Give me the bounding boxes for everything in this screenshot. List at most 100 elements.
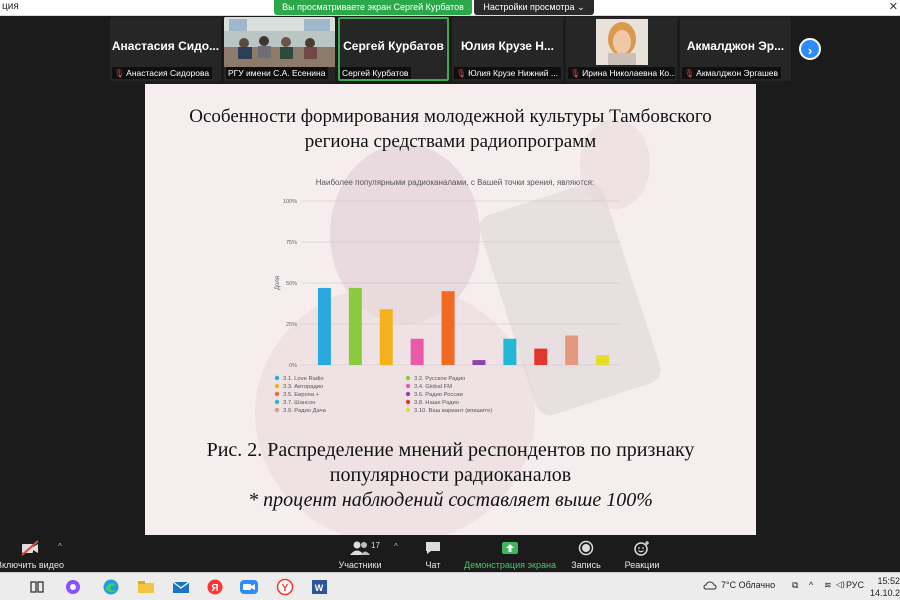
participant-name-large: Сергей Курбатов xyxy=(343,39,444,53)
participant-label: Сергей Курбатов xyxy=(340,67,412,79)
legend-swatch xyxy=(274,383,280,389)
participant-label: 🎙 Анастасия Сидорова xyxy=(112,67,213,79)
legend-swatch xyxy=(274,391,280,397)
weather-text[interactable]: 7°C Облачно xyxy=(721,580,775,590)
svg-text:Y: Y xyxy=(282,583,289,594)
windows-taskbar: Я Y W 7°C Облачно ⧉ ^ ≋ ◁) РУС 15:52 14.… xyxy=(0,572,900,600)
legend-swatch xyxy=(405,383,411,389)
participant-tile[interactable]: 🎙 Ирина Николаевна Ко... xyxy=(566,17,677,81)
word-icon[interactable]: W xyxy=(308,577,330,597)
clock[interactable]: 15:52 14.10.20 xyxy=(870,575,900,599)
legend-label: 3.7. Шансон xyxy=(283,400,315,406)
chat-button[interactable]: Чат xyxy=(418,540,448,570)
record-label: Запись xyxy=(571,560,601,570)
chart-bar xyxy=(441,291,455,365)
caption-line2: популярности радиоканалов xyxy=(329,464,572,486)
slide-title-line2: региона средствами радиопрограмм xyxy=(304,131,597,152)
participant-label-text: Ирина Николаевна Ко... xyxy=(582,68,675,78)
legend-swatch xyxy=(405,391,411,397)
participant-label-text: Сергей Курбатов xyxy=(342,68,409,78)
participant-label-text: Акмалджон Эргашев xyxy=(696,68,779,78)
mic-muted-icon: 🎙 xyxy=(114,69,125,78)
zoom-window: ция ✕ Вы просматриваете экран Сергей Кур… xyxy=(0,0,900,600)
caption-note: * процент наблюдений составляет выше 100… xyxy=(248,489,653,511)
window-title: ция xyxy=(2,1,19,12)
participant-tile[interactable]: Анастасия Сидо... 🎙 Анастасия Сидорова xyxy=(110,17,221,81)
participant-label-text: Юлия Крузе Нижний ... xyxy=(468,68,558,78)
mic-muted-icon: 🎙 xyxy=(570,69,581,78)
chart-title: Наиболее популярными радиоканалами, с Ва… xyxy=(316,178,594,187)
legend-label: 3.4. Global FM xyxy=(414,384,452,390)
slide-title: Особенности формирования молодежной куль… xyxy=(145,104,756,154)
chart-bar xyxy=(534,348,548,365)
participant-label: 🎙 Ирина Николаевна Ко... xyxy=(568,67,675,79)
record-button[interactable]: Запись xyxy=(568,540,604,570)
share-screen-button[interactable]: Демонстрация экрана xyxy=(462,540,558,570)
meeting-toolbar: Включить видео ^ Участники 17 ^ Чат Демо… xyxy=(0,536,900,572)
chart-bar xyxy=(472,360,486,365)
legend-swatch xyxy=(274,399,280,405)
chat-label: Чат xyxy=(425,560,441,570)
legend-swatch xyxy=(274,375,280,381)
participants-label: Участники xyxy=(338,560,382,570)
start-video-button[interactable]: Включить видео xyxy=(0,540,66,570)
participant-label: 🎙 Акмалджон Эргашев xyxy=(682,67,782,79)
volume-icon[interactable]: ◁) xyxy=(836,580,845,589)
alice-assistant-icon[interactable] xyxy=(62,577,84,597)
participant-tile[interactable]: Акмалджон Эр... 🎙 Акмалджон Эргашев xyxy=(680,17,791,81)
chat-icon xyxy=(426,542,440,554)
reactions-label: Реакции xyxy=(624,560,660,570)
chart-bar xyxy=(565,335,579,365)
legend-label: 3.6. Радио России xyxy=(414,392,463,398)
y-tick-label: 75% xyxy=(286,240,297,246)
view-options-button[interactable]: Настройки просмотра ⌄ xyxy=(474,0,594,15)
participant-tile-active[interactable]: Сергей Курбатов Сергей Курбатов xyxy=(338,17,449,81)
yandex-icon[interactable]: Я xyxy=(204,577,226,597)
video-off-icon xyxy=(21,540,39,556)
legend-label: 3.1. Love Radio xyxy=(283,376,324,382)
participants-icon xyxy=(350,541,370,555)
participant-label: РГУ имени С.А. Есенина xyxy=(226,67,329,79)
chevron-down-icon: ⌄ xyxy=(577,2,585,12)
legend-label: 3.8. Наше Радио xyxy=(414,400,459,406)
clock-date: 14.10.20 xyxy=(870,588,900,598)
slide-caption: Рис. 2. Распределение мнений респонденто… xyxy=(145,438,756,513)
participant-tile[interactable]: РГУ имени С.А. Есенина xyxy=(224,17,335,81)
network-icon[interactable]: ≋ xyxy=(824,580,832,591)
participant-label: 🎙 Юлия Крузе Нижний ... xyxy=(454,67,561,79)
task-view-icon[interactable] xyxy=(26,577,48,597)
legend-swatch xyxy=(405,375,411,381)
notifications-icon[interactable]: ⧉ xyxy=(792,580,798,591)
legend-label: 3.2. Русское Радио xyxy=(414,376,465,382)
participant-photo xyxy=(566,17,677,67)
chart-bar xyxy=(596,355,610,365)
bar-chart-svg: Наиболее популярными радиоканалами, с Ва… xyxy=(274,178,620,414)
y-tick-label: 100% xyxy=(283,199,297,205)
yandex-browser-icon[interactable]: Y xyxy=(274,577,296,597)
participant-label-text: Анастасия Сидорова xyxy=(126,68,210,78)
y-axis-label: Доля xyxy=(275,276,281,290)
y-tick-label: 50% xyxy=(286,281,297,287)
record-icon xyxy=(578,540,594,556)
chevron-up-icon[interactable]: ^ xyxy=(809,580,813,590)
mail-icon[interactable] xyxy=(170,577,192,597)
video-options-caret-icon[interactable]: ^ xyxy=(58,542,62,551)
edge-browser-icon[interactable] xyxy=(100,577,122,597)
chart-bar xyxy=(348,287,362,365)
chart-bar xyxy=(379,309,393,365)
caption-line1: Рис. 2. Распределение мнений респонденто… xyxy=(206,439,695,461)
chart-bar xyxy=(410,338,424,365)
view-options-label: Настройки просмотра xyxy=(483,2,575,12)
next-page-arrow-icon[interactable]: › xyxy=(799,38,821,60)
participants-options-caret-icon[interactable]: ^ xyxy=(394,542,398,551)
participant-name-large: Акмалджон Эр... xyxy=(686,39,785,53)
slide-title-line1: Особенности формирования молодежной куль… xyxy=(189,106,712,127)
reactions-button[interactable]: Реакции xyxy=(622,540,662,570)
file-explorer-icon[interactable] xyxy=(135,577,157,597)
close-window-icon[interactable]: ✕ xyxy=(889,0,898,13)
participant-tile[interactable]: Юлия Крузе Н... 🎙 Юлия Крузе Нижний ... xyxy=(452,17,563,81)
input-language[interactable]: РУС xyxy=(846,580,864,590)
share-screen-label: Демонстрация экрана xyxy=(464,560,556,570)
zoom-app-icon[interactable] xyxy=(238,577,260,597)
chart-bar xyxy=(503,338,517,365)
